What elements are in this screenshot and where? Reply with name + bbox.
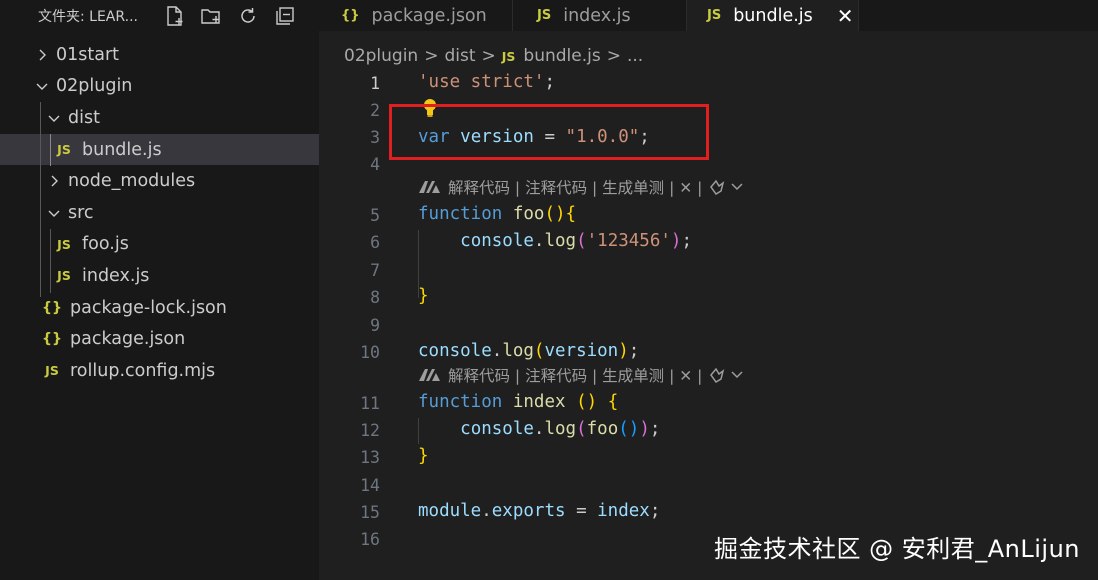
breadcrumb-separator: > [481,46,496,66]
tree-item-label: bundle.js [82,139,162,160]
line-number: 15 [360,503,380,522]
json-file-icon: {} [341,8,360,23]
code-line-12: console.log(foo()); [460,419,661,439]
code-line-1: 'use strict'; [418,72,555,92]
code-line-8: } [418,286,429,306]
close-icon[interactable]: ✕ [837,4,854,28]
line-number: 3 [370,128,380,147]
tree-indent-guide [50,229,51,293]
tab-package-json[interactable]: {} package.json [319,0,513,31]
chevron-right-icon [46,173,62,189]
chevron-right-icon [34,47,50,63]
line-number: 6 [370,233,380,252]
tree-item-label: foo.js [82,234,129,255]
tab-label: bundle.js [733,5,813,26]
line-number: 2 [370,101,380,120]
code-line-13: } [418,446,429,466]
ai-assistant-icon [418,179,442,195]
ai-assistant-icon [418,367,442,383]
breadcrumb-separator: > [424,46,439,66]
line-number: 13 [360,448,380,467]
new-folder-icon[interactable] [200,5,222,27]
tree-item-label: node_modules [68,171,196,192]
tree-item-label: src [68,202,94,223]
tab-label: index.js [563,5,631,26]
code-line-5: function foo(){ [418,204,577,224]
tree-item-01start[interactable]: 01start [0,39,319,71]
js-file-icon: JS [501,48,516,64]
tree-item-index-js[interactable]: JS index.js [0,260,319,292]
tab-index-js[interactable]: JS index.js [513,0,687,31]
tree-item-rollup-config[interactable]: JS rollup.config.mjs [0,355,319,387]
breadcrumb-file[interactable]: bundle.js [523,46,600,66]
js-file-icon: JS [57,268,71,284]
line-number: 5 [370,206,380,225]
line-number: 12 [360,421,380,440]
tree-item-node-modules[interactable]: node_modules [0,165,319,197]
js-file-icon: JS [45,363,59,379]
code-lens[interactable]: 解释代码 | 注释代码 | 生成单测 | ✕ | [418,176,748,198]
chevron-down-icon [34,78,50,94]
refresh-icon[interactable] [237,5,259,27]
code-line-6: console.log('123456'); [460,231,693,251]
line-number: 11 [360,394,380,413]
watermark: 掘金技术社区 @ 安利君_AnLijun [713,535,1080,563]
tree-item-label: 02plugin [56,76,133,97]
tree-item-bundle-js[interactable]: JS bundle.js [0,133,319,166]
tree-item-label: rollup.config.mjs [70,360,216,381]
explorer-sidebar: 文件夹: LEAR... 01start 02plugin dist JS bu… [0,0,319,580]
tree-item-label: package.json [70,329,186,350]
code-line-15: module.exports = index; [418,501,661,521]
tree-item-foo-js[interactable]: JS foo.js [0,229,319,261]
code-lens[interactable]: 解释代码 | 注释代码 | 生成单测 | ✕ | [418,364,748,386]
tree-indent-guide [40,102,41,297]
tree-item-02plugin[interactable]: 02plugin [0,71,319,103]
tree-item-src[interactable]: src [0,197,319,229]
file-tree: 01start 02plugin dist JS bundle.js node_… [0,39,319,387]
tree-item-label: index.js [82,265,150,286]
tree-item-package-json[interactable]: {} package.json [0,323,319,355]
highlight-annotation-box [389,104,709,160]
tree-item-label: dist [68,107,100,128]
code-lens-actions[interactable]: 解释代码 | 注释代码 | 生成单测 | ✕ | [448,364,702,386]
js-file-icon: JS [57,142,71,158]
js-file-icon: JS [57,236,71,252]
tree-item-label: 01start [56,44,120,65]
tree-item-label: package-lock.json [70,297,227,318]
breadcrumb-folder[interactable]: 02plugin [344,46,418,66]
tab-bundle-js[interactable]: JS bundle.js ✕ [687,0,859,31]
code-line-10: console.log(version); [418,341,640,361]
line-number: 10 [360,343,380,362]
js-file-icon: JS [537,8,552,23]
line-number: 14 [360,476,380,495]
chevron-down-icon [46,110,62,126]
line-number: 1 [370,74,380,93]
code-lens-actions[interactable]: 解释代码 | 注释代码 | 生成单测 | ✕ | [448,176,702,198]
tab-label: package.json [371,5,487,26]
line-number: 16 [360,530,380,549]
line-number: 9 [370,316,380,335]
js-file-icon: JS [707,8,722,23]
tree-indent-guide-active [50,134,51,166]
json-file-icon: {} [42,299,62,316]
line-number: 4 [370,155,380,174]
collapse-all-icon[interactable] [274,5,296,27]
breadcrumb-separator: > [606,46,621,66]
tree-item-package-lock-json[interactable]: {} package-lock.json [0,292,319,324]
explorer-title: 文件夹: LEAR... [38,9,138,25]
editor-tab-bar: {} package.json JS index.js JS bundle.js… [319,0,1098,31]
settings-dropdown-icon[interactable] [708,366,748,384]
new-file-icon[interactable] [163,5,185,27]
breadcrumb-more[interactable]: ... [627,46,643,66]
line-number: 8 [370,288,380,307]
breadcrumb-subfolder[interactable]: dist [444,46,475,66]
json-file-icon: {} [42,331,62,348]
explorer-header: 文件夹: LEAR... [0,0,319,32]
tree-item-dist[interactable]: dist [0,102,319,134]
chevron-down-icon [46,205,62,221]
breadcrumb: 02plugin > dist > JS bundle.js > ... [344,42,643,70]
line-number: 7 [370,261,380,280]
settings-dropdown-icon[interactable] [708,178,748,196]
code-line-11: function index () { [418,392,619,412]
